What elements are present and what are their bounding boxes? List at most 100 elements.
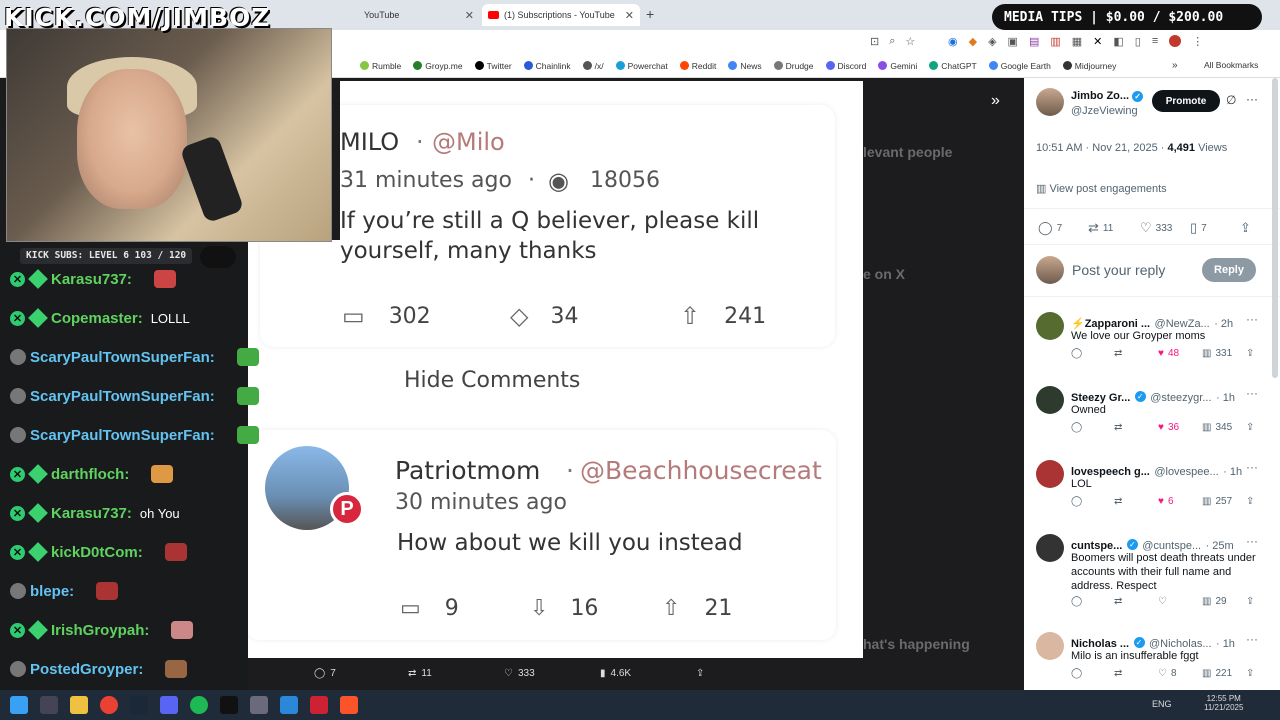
profile-avatar[interactable] <box>1169 35 1182 47</box>
reply-input[interactable]: Post your reply <box>1072 262 1165 278</box>
clock[interactable]: 12:55 PM 11/21/2025 <box>1204 694 1243 712</box>
star-icon[interactable]: ☆ <box>905 35 915 48</box>
chat-username[interactable]: Karasu737: <box>51 271 132 288</box>
reply-like-button[interactable]: ♡ 8 <box>1158 668 1177 679</box>
reply-like-button[interactable]: ♥ 36 <box>1158 422 1179 433</box>
bookmark-item[interactable]: Rumble <box>360 61 401 71</box>
reply-repost-button[interactable]: ⇄ <box>1114 668 1122 679</box>
more-icon[interactable]: ··· <box>1246 92 1258 106</box>
bookmark-item[interactable]: Google Earth <box>988 61 1051 71</box>
bookmark-item[interactable]: Drudge <box>773 61 814 71</box>
tab-youtube[interactable]: YouTube ✕ <box>350 4 480 26</box>
puzzle-icon[interactable]: ◧ <box>1113 35 1123 48</box>
extension-icon[interactable]: ▥ <box>1050 35 1060 48</box>
chat-username[interactable]: IrishGroypah: <box>51 622 149 639</box>
app-icon[interactable] <box>310 696 328 714</box>
promote-button[interactable]: Promote <box>1152 90 1220 112</box>
reply-views-button[interactable]: ▥ 345 <box>1202 422 1232 433</box>
more-icon[interactable]: ··· <box>1246 632 1258 646</box>
reply-item[interactable]: Steezy Gr... ✓ @steezygr... · 1h ··· Owned… <box>1024 380 1280 452</box>
app-icon[interactable] <box>250 696 268 714</box>
chat-username[interactable]: ScaryPaulTownSuperFan: <box>30 427 215 444</box>
bottom-views-button[interactable]: ▮ 4.6K <box>600 668 631 679</box>
x-icon[interactable]: ✕ <box>1093 35 1102 48</box>
reply-like-button[interactable]: ♥ 48 <box>1158 348 1179 359</box>
repost-stat-button[interactable]: ⇄ 11 <box>1088 220 1113 236</box>
reply-share-button[interactable]: ⇪ <box>1246 422 1254 433</box>
bookmark-item[interactable]: Twitter <box>474 61 512 71</box>
reply-share-button[interactable]: ⇪ <box>1246 596 1254 607</box>
bookmark-item[interactable]: Reddit <box>679 61 716 71</box>
repost-button[interactable]: ◇ 34 <box>510 302 578 330</box>
language-indicator[interactable]: ENG <box>1152 699 1172 709</box>
reply-comment-button[interactable]: ◯ <box>1071 496 1082 507</box>
task-view-icon[interactable] <box>40 696 58 714</box>
app-icon[interactable] <box>220 696 238 714</box>
extension-icon[interactable]: ◉ <box>948 35 958 48</box>
chat-username[interactable]: ScaryPaulTownSuperFan: <box>30 388 215 405</box>
reply-comment-button[interactable]: ◯ <box>1071 348 1082 359</box>
extension-icon[interactable]: ▣ <box>1008 35 1018 48</box>
chat-username[interactable]: Copemaster: <box>51 310 143 327</box>
windows-start-icon[interactable] <box>10 696 28 714</box>
chrome-icon[interactable] <box>100 696 118 714</box>
like-stat-button[interactable]: ♡ 333 <box>1140 220 1172 236</box>
chat-username[interactable]: kickD0tCom: <box>51 544 143 561</box>
reply-repost-button[interactable]: ⇄ <box>1114 348 1122 359</box>
extension-icon[interactable]: ▤ <box>1029 35 1039 48</box>
more-icon[interactable]: ··· <box>1246 386 1258 400</box>
reply-comment-button[interactable]: ◯ <box>1071 668 1082 679</box>
reply-repost-button[interactable]: ⇄ <box>1114 496 1122 507</box>
reply-item[interactable]: lovespeech g... @lovespee... · 1h ··· LOL ◯… <box>1024 454 1280 526</box>
bookmark-item[interactable]: Discord <box>825 61 866 71</box>
reply-comment-button[interactable]: ◯ <box>1071 422 1082 433</box>
bookmark-item[interactable]: /x/ <box>582 61 604 71</box>
reply-views-button[interactable]: ▥ 257 <box>1202 496 1232 507</box>
reply-share-button[interactable]: ⇪ <box>1246 668 1254 679</box>
bookmark-item[interactable]: Groyp.me <box>413 61 463 71</box>
all-bookmarks[interactable]: All Bookmarks <box>1204 60 1258 70</box>
more-icon[interactable]: ··· <box>1246 460 1258 474</box>
steam-icon[interactable] <box>130 696 148 714</box>
reply-comment-button[interactable]: ◯ <box>1071 596 1082 607</box>
hide-comments-button[interactable]: Hide Comments <box>404 368 580 393</box>
bookmark-stat-button[interactable]: ▯ 7 <box>1190 220 1207 236</box>
new-tab-button[interactable]: + <box>646 6 654 22</box>
bookmark-item[interactable]: Gemini <box>878 61 917 71</box>
reply-stat-button[interactable]: ◯ 7 <box>1038 220 1062 236</box>
reply-repost-button[interactable]: ⇄ <box>1114 596 1122 607</box>
discord-icon[interactable] <box>160 696 178 714</box>
chat-username[interactable]: PostedGroyper: <box>30 661 143 678</box>
install-icon[interactable]: ⊡ <box>870 35 879 48</box>
more-icon[interactable]: ··· <box>1246 312 1258 326</box>
chat-username[interactable]: darthfloch: <box>51 466 129 483</box>
bookmark-item[interactable]: ChatGPT <box>929 61 977 71</box>
reply-views-button[interactable]: ▥ 29 <box>1202 596 1227 607</box>
close-icon[interactable]: ✕ <box>465 9 474 22</box>
zoom-icon[interactable]: ⌕ <box>889 35 895 48</box>
bottom-share-button[interactable]: ⇪ <box>696 668 704 679</box>
bookmark-item[interactable]: News <box>728 61 762 71</box>
bottom-like-button[interactable]: ♡ 333 <box>504 668 535 679</box>
reply-item[interactable]: Nicholas ... ✓ @Nicholas... · 1h ··· Milo … <box>1024 626 1280 690</box>
bottom-repost-button[interactable]: ⇄ 11 <box>408 668 432 679</box>
reply-like-button[interactable]: ♥ 6 <box>1158 496 1174 507</box>
comments-button[interactable]: ▭ 302 <box>342 302 431 330</box>
more-bookmarks-icon[interactable]: » <box>1172 60 1178 71</box>
scrollbar[interactable] <box>1272 78 1278 378</box>
app-icon[interactable] <box>280 696 298 714</box>
extension-icon[interactable]: ▦ <box>1072 35 1082 48</box>
reply-like-button[interactable]: ♡ <box>1158 596 1171 607</box>
reply-downvote-button[interactable]: ⇩ 16 <box>530 596 598 621</box>
tab-subscriptions[interactable]: (1) Subscriptions - YouTube ✕ <box>482 4 640 26</box>
reply-comments-button[interactable]: ▭ 9 <box>400 596 459 621</box>
chat-username[interactable]: blepe: <box>30 583 74 600</box>
reply-item[interactable]: cuntspe... ✓ @cuntspe... · 25m ··· Boomers… <box>1024 528 1280 624</box>
extension-icon[interactable]: ◈ <box>988 35 996 48</box>
reply-share-button[interactable]: ⇪ <box>1246 496 1254 507</box>
close-icon[interactable]: ✕ <box>625 9 634 22</box>
bookmark-item[interactable]: Powerchat <box>615 61 668 71</box>
menu-icon[interactable]: ≡ <box>1152 35 1158 48</box>
metamask-icon[interactable]: ◆ <box>969 35 977 48</box>
reply-views-button[interactable]: ▥ 221 <box>1202 668 1232 679</box>
